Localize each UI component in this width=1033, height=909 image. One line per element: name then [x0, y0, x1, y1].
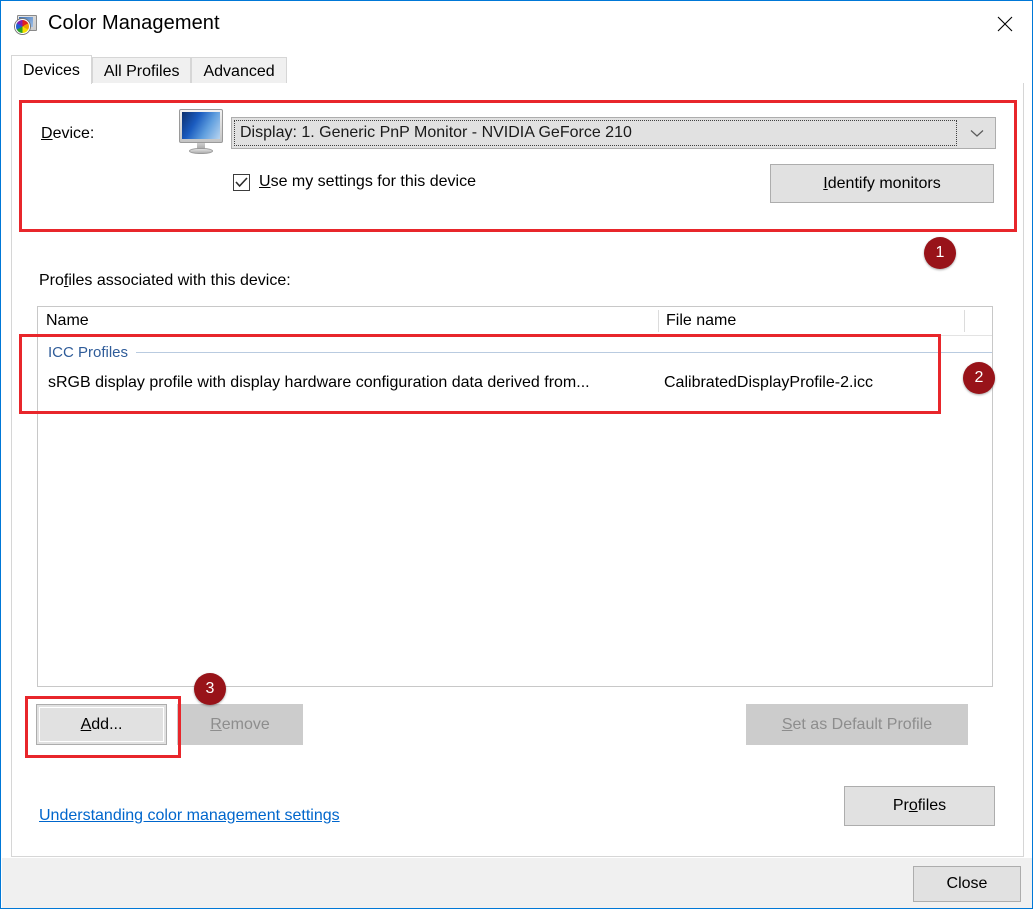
close-button[interactable]: Close [913, 866, 1021, 902]
dialog-footer [2, 857, 1032, 908]
checkbox-label: Use my settings for this device [259, 173, 476, 191]
tab-all-profiles[interactable]: All Profiles [91, 57, 192, 84]
profiles-button-label: Profiles [892, 797, 947, 814]
device-label-rest: evice: [52, 125, 95, 142]
column-header-file-name[interactable]: File name [658, 307, 964, 335]
column-header-name[interactable]: Name [38, 307, 658, 335]
identify-monitors-button[interactable]: Identify monitors [770, 164, 994, 203]
checkbox-box [233, 173, 250, 191]
window-title: Color Management [48, 12, 220, 34]
profile-name-cell: sRGB display profile with display hardwa… [48, 374, 590, 391]
close-icon[interactable] [977, 2, 1032, 45]
tab-devices[interactable]: Devices [11, 55, 92, 84]
profiles-list-header: Name File name [38, 307, 992, 336]
checkbox-label-rest: se my settings for this device [270, 173, 476, 190]
remove-button: Remove [177, 704, 303, 745]
table-row[interactable]: sRGB display profile with display hardwa… [38, 368, 992, 398]
profile-file-name-cell: CalibratedDisplayProfile-2.icc [664, 374, 873, 391]
understanding-color-management-link[interactable]: Understanding color management settings [39, 807, 340, 825]
title-bar: Color Management [2, 2, 1032, 45]
device-label: Device: [41, 125, 94, 143]
profiles-list[interactable]: Name File name ICC Profiles sRGB display… [37, 306, 993, 687]
color-management-icon [14, 13, 37, 35]
identify-monitors-label: Identify monitors [823, 174, 941, 192]
annotation-badge-1: 1 [924, 237, 956, 269]
column-header-extra[interactable] [964, 307, 992, 335]
profiles-associated-label: Profiles associated with this device: [39, 272, 291, 289]
add-button[interactable]: Add... [36, 704, 167, 745]
color-management-window: Color Management Devices All Profiles Ad… [0, 0, 1033, 909]
checkbox-label-accel: U [259, 173, 271, 190]
add-button-label: Add... [80, 715, 123, 733]
device-dropdown[interactable]: Display: 1. Generic PnP Monitor - NVIDIA… [231, 117, 996, 149]
tab-advanced[interactable]: Advanced [191, 57, 287, 84]
annotation-badge-2: 2 [963, 362, 995, 394]
use-my-settings-checkbox[interactable]: Use my settings for this device [233, 173, 476, 191]
profiles-group-icc: ICC Profiles [38, 336, 992, 368]
set-default-button-label: Set as Default Profile [781, 715, 933, 733]
annotation-badge-3: 3 [194, 673, 226, 705]
group-separator [136, 351, 992, 353]
profiles-group-title: ICC Profiles [48, 343, 129, 361]
tab-strip: Devices All Profiles Advanced [11, 55, 1024, 84]
chevron-down-icon [959, 118, 995, 148]
device-label-accel: D [41, 125, 53, 142]
device-dropdown-value: Display: 1. Generic PnP Monitor - NVIDIA… [240, 124, 632, 141]
remove-button-label: Remove [210, 715, 270, 733]
monitor-icon [177, 109, 225, 155]
profiles-button[interactable]: Profiles [844, 786, 995, 826]
set-as-default-profile-button: Set as Default Profile [746, 704, 968, 745]
